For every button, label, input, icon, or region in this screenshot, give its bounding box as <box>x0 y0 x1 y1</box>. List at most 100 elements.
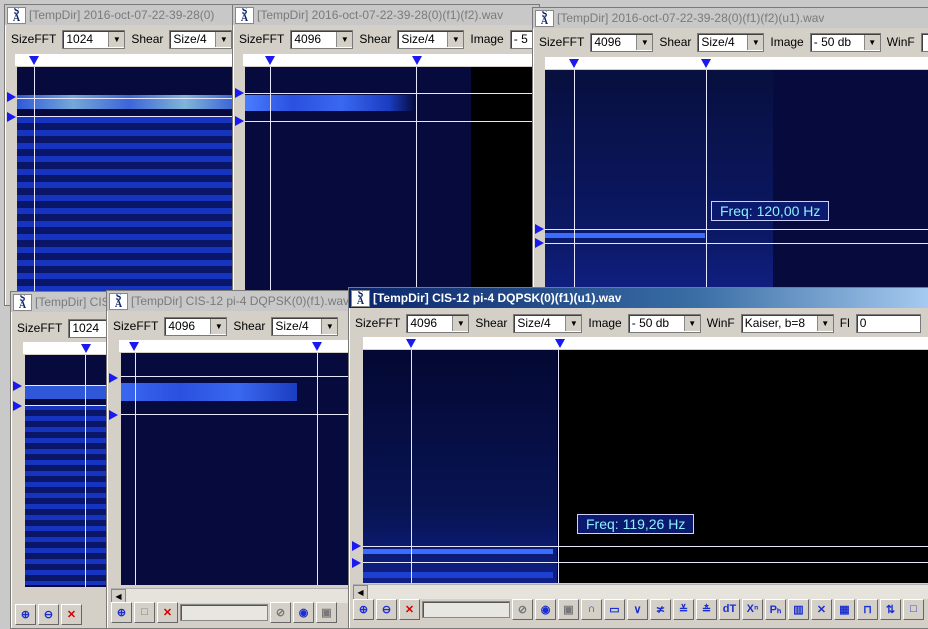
marker-right-icon[interactable] <box>13 401 22 411</box>
spectrogram-window-6[interactable]: SÄ [TempDir] CIS-12 pi-4 DQPSK(0)(f1)(u1… <box>348 287 928 629</box>
spectrogram-view[interactable] <box>245 67 539 305</box>
delta-t-icon[interactable]: dT <box>719 598 740 620</box>
close-icon[interactable]: ✕ <box>61 603 82 625</box>
marker-right-icon[interactable] <box>535 238 544 248</box>
stop-icon[interactable]: ▣ <box>316 601 337 623</box>
marker-right-icon[interactable] <box>109 373 118 383</box>
window-title-bar[interactable]: SÄ [TempDir] 2016-oct-07-22-39-28(0) <box>5 5 241 25</box>
zoom-in-icon[interactable]: ⊕ <box>111 601 132 623</box>
chevron-down-icon: ▼ <box>210 318 227 334</box>
sizefft-select[interactable]: 4096 ▼ <box>290 29 354 49</box>
level-slider[interactable] <box>180 603 268 621</box>
zoom-out-icon[interactable]: ⊖ <box>376 598 397 620</box>
chevron-down-icon: ▼ <box>336 31 353 47</box>
marker-top-icon[interactable]: ≭ <box>650 598 671 620</box>
spectrogram-view[interactable]: Freq: 120,00 Hz <box>545 70 928 305</box>
sizefft-select[interactable]: 4096 ▼ <box>406 313 470 333</box>
marker-both-icon[interactable]: ≛ <box>696 598 717 620</box>
marker-right-icon[interactable] <box>352 558 361 568</box>
shear-select[interactable]: Size/4 ▼ <box>513 313 583 333</box>
zoom-in-icon[interactable]: ⊕ <box>15 603 36 625</box>
spectrogram-window-3[interactable]: SÄ [TempDir] 2016-oct-07-22-39-28(0)(f1)… <box>532 7 928 306</box>
top-ruler <box>363 337 928 349</box>
marker-down-icon[interactable] <box>555 339 565 348</box>
spectrogram-window-5[interactable]: SÄ [TempDir] CIS-12 pi-4 DQPSK(0)(f1).wa… <box>106 290 358 629</box>
spectrogram-view[interactable] <box>17 67 241 305</box>
window-title: [TempDir] 2016-oct-07-22-39-28(0)(f1)(f2… <box>557 11 825 25</box>
marker-right-icon[interactable] <box>352 541 361 551</box>
chevron-down-icon: ▼ <box>321 318 338 334</box>
shear-select[interactable]: Size/4 ▼ <box>397 29 465 49</box>
box-icon[interactable]: □ <box>903 598 924 620</box>
stop-icon[interactable]: ▣ <box>558 598 579 620</box>
marker-down-icon[interactable] <box>29 56 39 65</box>
square-icon[interactable]: □ <box>134 601 155 623</box>
image-select[interactable]: - 50 db ▼ <box>809 32 881 52</box>
toolbar: SizeFFT 4096 ▼ Shear Size/4 ▼ Image - 50 d… <box>349 311 928 335</box>
chevron-down-icon: ▼ <box>816 315 833 331</box>
pulse-icon[interactable]: ⊓ <box>857 598 878 620</box>
window-title-bar[interactable]: SÄ [TempDir] CIS-12 pi-4 DQPSK(0)(f1)(u1… <box>349 288 928 308</box>
marker-down-icon[interactable] <box>701 59 711 68</box>
updown-icon[interactable]: ⇅ <box>880 598 901 620</box>
marker-right-icon[interactable] <box>235 88 244 98</box>
marker-down-icon[interactable] <box>406 339 416 348</box>
no-entry-icon[interactable]: ⊘ <box>512 598 533 620</box>
fl-input[interactable]: 0 <box>855 313 921 333</box>
sizefft-select[interactable]: 1024 ▼ <box>62 29 126 49</box>
marker-right-icon[interactable] <box>109 410 118 420</box>
spectrogram-view[interactable]: Freq: 119,26 Hz <box>363 350 928 583</box>
cross-icon[interactable]: ✕ <box>811 598 832 620</box>
window-title-bar[interactable]: SÄ [TempDir] CIS <box>11 292 121 312</box>
window-title-bar[interactable]: SÄ [TempDir] CIS-12 pi-4 DQPSK(0)(f1).wa… <box>107 291 357 311</box>
phase-icon[interactable]: Pₕ <box>765 598 786 620</box>
marker-down-icon[interactable] <box>569 59 579 68</box>
sizefft-select[interactable]: 4096 ▼ <box>164 316 228 336</box>
speaker-icon[interactable]: ◉ <box>535 598 556 620</box>
spectrogram-window-1[interactable]: SÄ [TempDir] 2016-oct-07-22-39-28(0) Siz… <box>4 4 242 306</box>
power-icon[interactable]: Xⁿ <box>742 598 763 620</box>
shear-select[interactable]: Size/4 ▼ <box>169 29 233 49</box>
marker-down-icon[interactable] <box>81 344 91 353</box>
level-slider[interactable] <box>422 600 510 618</box>
marker-right-icon[interactable] <box>13 381 22 391</box>
toolbar: SizeFFT 1024 ▼ Shear Size/4 ▼ <box>5 27 241 51</box>
rectangle-icon[interactable]: ▭ <box>604 598 625 620</box>
spectrogram-window-2[interactable]: SÄ [TempDir] 2016-oct-07-22-39-28(0)(f1)… <box>232 4 540 306</box>
top-ruler <box>15 54 241 66</box>
shear-select[interactable]: Size/4 ▼ <box>271 316 339 336</box>
marker-bottom-icon[interactable]: ≚ <box>673 598 694 620</box>
sizefft-label: SizeFFT <box>239 32 285 46</box>
vee-icon[interactable]: ∨ <box>627 598 648 620</box>
shear-select[interactable]: Size/4 ▼ <box>697 32 765 52</box>
marker-right-icon[interactable] <box>7 112 16 122</box>
window-title-bar[interactable]: SÄ [TempDir] 2016-oct-07-22-39-28(0)(f1)… <box>233 5 539 25</box>
sizefft-select[interactable]: 4096 ▼ <box>590 32 654 52</box>
marker-right-icon[interactable] <box>7 92 16 102</box>
marker-down-icon[interactable] <box>265 56 275 65</box>
window-title-bar[interactable]: SÄ [TempDir] 2016-oct-07-22-39-28(0)(f1)… <box>533 8 928 28</box>
grid-icon[interactable]: ▦ <box>834 598 855 620</box>
winf-select[interactable]: Kaiser, b=8 ▼ <box>740 313 834 333</box>
spectrogram-view[interactable] <box>121 353 357 585</box>
winf-select[interactable] <box>920 32 928 52</box>
toolbar: SizeFFT 1024 <box>11 316 121 340</box>
arc-icon[interactable]: ∩ <box>581 598 602 620</box>
marker-right-icon[interactable] <box>235 116 244 126</box>
no-entry-icon[interactable]: ⊘ <box>270 601 291 623</box>
marker-right-icon[interactable] <box>535 224 544 234</box>
zoom-in-icon[interactable]: ⊕ <box>353 598 374 620</box>
app-logo-icon: SÄ <box>13 293 32 311</box>
sizefft-label: SizeFFT <box>113 319 159 333</box>
marker-down-icon[interactable] <box>129 342 139 351</box>
marker-down-icon[interactable] <box>412 56 422 65</box>
zoom-out-icon[interactable]: ⊖ <box>38 603 59 625</box>
app-logo-icon: SÄ <box>109 292 128 310</box>
bars-icon[interactable]: ▥ <box>788 598 809 620</box>
image-select[interactable]: - 50 db ▼ <box>627 313 701 333</box>
close-icon[interactable]: ✕ <box>157 601 178 623</box>
app-logo-icon: SÄ <box>351 289 370 307</box>
close-icon[interactable]: ✕ <box>399 598 420 620</box>
speaker-icon[interactable]: ◉ <box>293 601 314 623</box>
marker-down-icon[interactable] <box>312 342 322 351</box>
